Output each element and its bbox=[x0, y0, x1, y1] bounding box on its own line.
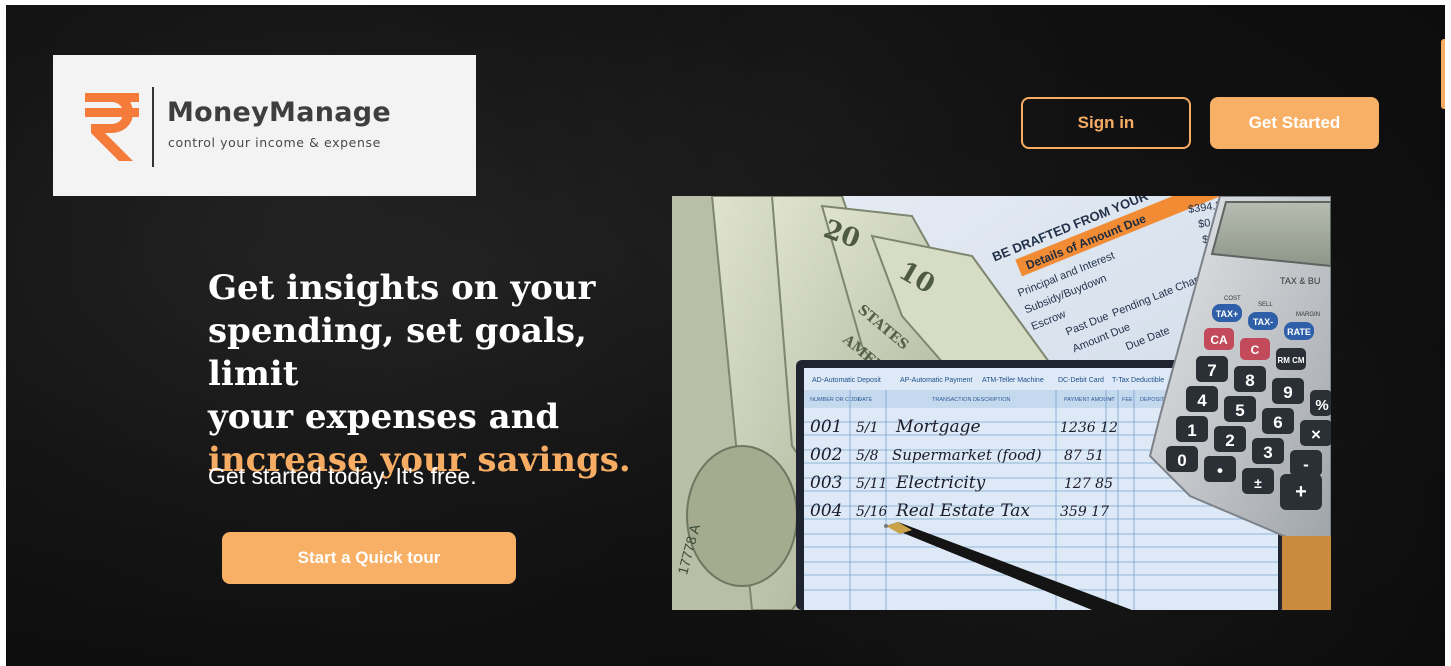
calc-key: 0 bbox=[1177, 451, 1186, 470]
calc-key: 4 bbox=[1197, 391, 1207, 410]
register-code: 003 bbox=[810, 473, 842, 493]
legend-item: AP-Automatic Payment bbox=[900, 377, 972, 384]
legend-item: T-Tax Deductible bbox=[1112, 377, 1164, 384]
register-code: 001 bbox=[810, 417, 842, 437]
calc-key: 8 bbox=[1245, 371, 1254, 390]
calc-key: 5 bbox=[1235, 401, 1244, 420]
register-header: NUMBER OR CODE bbox=[810, 397, 861, 403]
register-amount: 87 51 bbox=[1064, 448, 1104, 464]
calc-key: % bbox=[1315, 397, 1328, 414]
hero-headline: Get insights on your spending, set goals… bbox=[208, 267, 678, 482]
register-header: PAYMENT AMOUNT bbox=[1064, 397, 1115, 403]
headline-line: Get insights on your bbox=[208, 268, 596, 308]
calc-key: × bbox=[1311, 425, 1321, 444]
register-header: FEE bbox=[1122, 397, 1133, 403]
rupee-icon bbox=[85, 93, 139, 161]
register-header: DATE bbox=[858, 397, 873, 403]
register-code: 004 bbox=[810, 501, 842, 521]
calc-key: TAX- bbox=[1253, 317, 1273, 327]
landing-page: MoneyManage control your income & expens… bbox=[6, 5, 1445, 666]
get-started-button[interactable]: Get Started bbox=[1210, 97, 1379, 149]
register-desc: Supermarket (food) bbox=[892, 446, 1042, 464]
calc-key: 6 bbox=[1273, 413, 1282, 432]
calc-key: • bbox=[1217, 461, 1223, 480]
side-tab[interactable] bbox=[1441, 39, 1445, 109]
register-date: 5/16 bbox=[856, 504, 888, 520]
register-desc: Electricity bbox=[895, 473, 986, 493]
logo[interactable]: MoneyManage control your income & expens… bbox=[53, 55, 476, 196]
calc-label: MARGIN bbox=[1296, 312, 1320, 318]
register-date: 5/8 bbox=[856, 448, 879, 464]
calc-label: SELL bbox=[1258, 302, 1273, 308]
calc-key: ± bbox=[1254, 475, 1262, 491]
register-date: 5/1 bbox=[856, 420, 879, 436]
register-amount: 127 85 bbox=[1064, 476, 1113, 492]
legend-item: DC-Debit Card bbox=[1058, 377, 1104, 384]
register-code: 002 bbox=[810, 445, 842, 465]
register-amount: 359 17 bbox=[1060, 504, 1109, 520]
legend-item: AD-Automatic Deposit bbox=[812, 377, 881, 384]
headline-line: spending, set goals, limit bbox=[208, 311, 587, 394]
logo-divider bbox=[152, 87, 154, 167]
calc-key: + bbox=[1295, 481, 1307, 503]
calc-key: RM CM bbox=[1277, 356, 1304, 365]
calc-brand: TAX & BU bbox=[1280, 276, 1320, 286]
logo-tagline: control your income & expense bbox=[168, 135, 381, 150]
calc-key: TAX+ bbox=[1216, 309, 1239, 319]
hero-subline: Get started today. It's free. bbox=[208, 463, 477, 489]
calc-key: 9 bbox=[1283, 383, 1292, 402]
logo-name: MoneyManage bbox=[167, 97, 392, 128]
register-header: ✓ bbox=[1109, 397, 1114, 403]
hero-image: BE DRAFTED FROM YOUR Details of Amount D… bbox=[672, 196, 1331, 610]
register-amount: 1236 12 bbox=[1060, 420, 1118, 436]
calc-key: 2 bbox=[1225, 431, 1234, 450]
calc-label: COST bbox=[1224, 296, 1241, 302]
headline-line: your expenses and bbox=[208, 397, 560, 437]
register-date: 5/11 bbox=[856, 476, 887, 492]
calc-key: 7 bbox=[1207, 361, 1216, 380]
finance-photo: BE DRAFTED FROM YOUR Details of Amount D… bbox=[672, 196, 1331, 610]
register-header: TRANSACTION DESCRIPTION bbox=[932, 397, 1011, 403]
calc-key: CA bbox=[1210, 333, 1228, 347]
calc-key: 1 bbox=[1187, 421, 1196, 440]
calc-key: C bbox=[1251, 343, 1260, 357]
sign-in-button[interactable]: Sign in bbox=[1021, 97, 1191, 149]
calc-key: - bbox=[1303, 455, 1309, 474]
register-desc: Real Estate Tax bbox=[895, 501, 1030, 521]
calc-key: 3 bbox=[1263, 443, 1272, 462]
register-desc: Mortgage bbox=[895, 417, 981, 437]
calc-key: RATE bbox=[1287, 327, 1311, 337]
quick-tour-button[interactable]: Start a Quick tour bbox=[222, 532, 516, 584]
legend-item: ATM-Teller Machine bbox=[982, 377, 1044, 384]
